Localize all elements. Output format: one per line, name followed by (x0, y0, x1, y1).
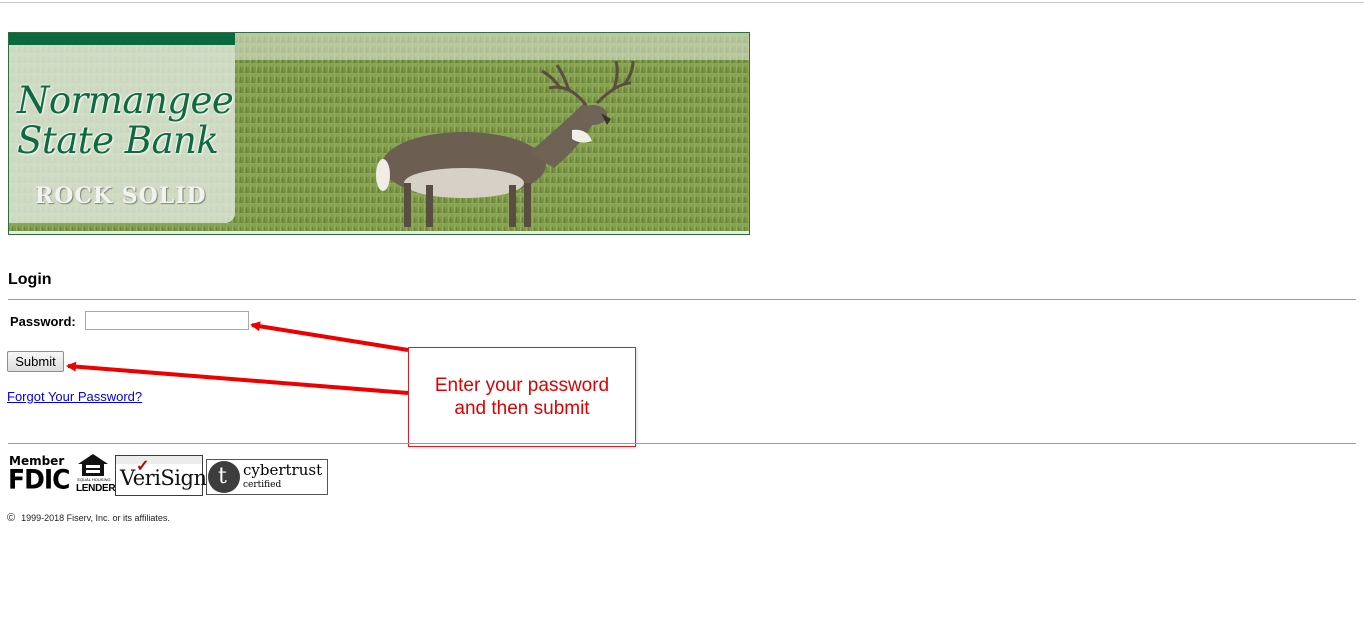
bank-name-logo: Normangee State Bank (17, 79, 234, 162)
bank-banner: Normangee State Bank ROCK SOLID (8, 32, 750, 235)
login-divider (8, 299, 1356, 300)
footer-divider (8, 443, 1356, 444)
submit-button[interactable]: Submit (7, 351, 64, 372)
annotation-callout: Enter your password and then submit (408, 347, 636, 447)
verisign-badge: ✓ VeriSign (115, 455, 207, 496)
copyright-notice: © 1999-2018 Fiserv, Inc. or its affiliate… (7, 512, 170, 524)
forgot-password-link[interactable]: Forgot Your Password? (7, 389, 142, 404)
password-label: Password: (10, 314, 76, 329)
cybertrust-logo-icon: t (208, 461, 240, 493)
equal-housing-lender-badge: EQUAL HOUSING LENDER (74, 452, 116, 496)
login-heading: Login (8, 271, 52, 288)
cybertrust-badge: t cybertrust certified (206, 459, 328, 495)
banner-logo-panel: Normangee State Bank ROCK SOLID (9, 33, 235, 223)
arrow-to-password (250, 321, 409, 352)
bank-tagline: ROCK SOLID (35, 183, 207, 209)
password-input[interactable] (85, 311, 249, 330)
top-divider (0, 2, 1364, 3)
house-icon (78, 454, 108, 476)
fdic-badge: Member FDIC (8, 454, 70, 495)
